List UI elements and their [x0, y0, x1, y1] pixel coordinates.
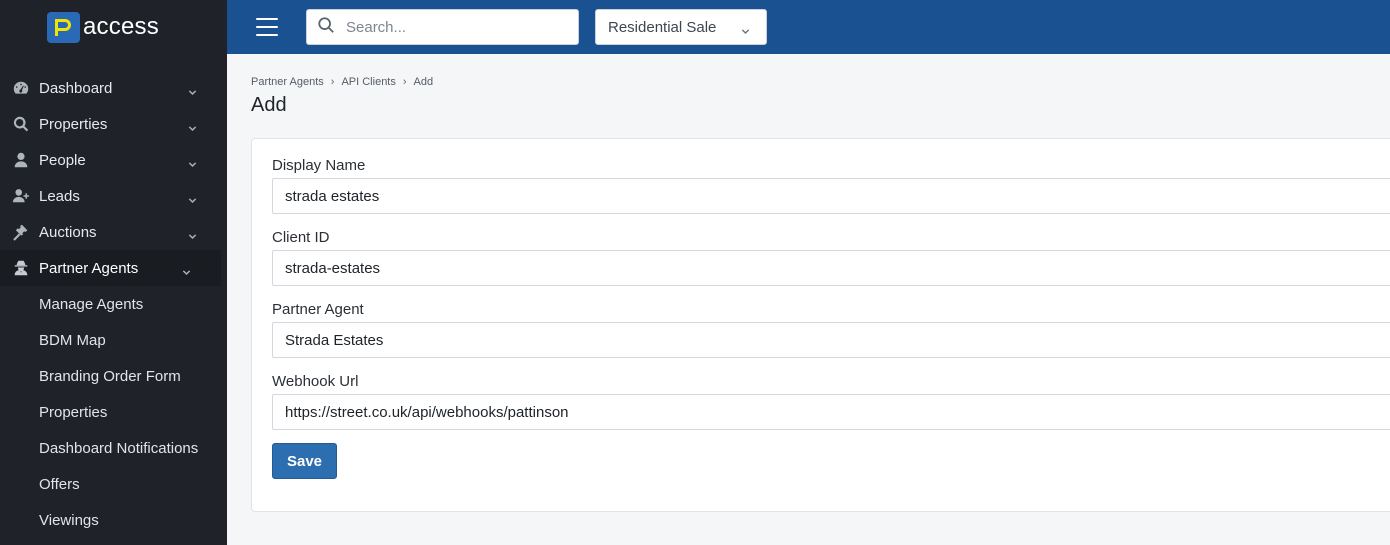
page-title: Add [251, 94, 287, 116]
sidebar: access Dashboard Properties People Leads… [0, 0, 227, 545]
main-content: Partner Agents › API Clients › Add Add D… [227, 54, 1390, 545]
chevron-down-icon [188, 84, 197, 95]
topbar: Residential Sale [227, 0, 1390, 54]
sidebar-item-label: Properties [39, 115, 108, 133]
sidebar-item-label: Dashboard [39, 79, 113, 97]
sidebar-subitem-properties[interactable]: Properties [0, 394, 227, 430]
chevron-down-icon [188, 156, 197, 167]
sidebar-subitem-bdm-map[interactable]: BDM Map [0, 322, 227, 358]
sale-type-select[interactable]: Residential Sale [595, 9, 767, 45]
sidebar-item-label: Auctions [39, 223, 97, 241]
logo-icon [47, 11, 80, 43]
user-secret-icon [11, 259, 31, 277]
client-id-label: Client ID [272, 229, 330, 246]
chevron-down-icon [741, 23, 750, 34]
menu-toggle-icon[interactable] [256, 18, 278, 36]
webhook-url-group: Webhook Url [272, 373, 1390, 430]
brand[interactable]: access [0, 0, 227, 54]
webhook-url-field[interactable] [272, 394, 1390, 430]
webhook-url-label: Webhook Url [272, 373, 359, 390]
client-id-group: Client ID [272, 229, 1390, 286]
partner-agent-field[interactable] [272, 322, 1390, 358]
sidebar-nav: Dashboard Properties People Leads Auctio… [0, 70, 227, 538]
partner-agent-group: Partner Agent [272, 301, 1390, 358]
sidebar-item-label: Partner Agents [39, 259, 139, 277]
partner-agent-label: Partner Agent [272, 301, 364, 318]
breadcrumb-current: Add [413, 76, 434, 88]
breadcrumb-api-clients[interactable]: API Clients [341, 76, 395, 88]
chevron-down-icon [188, 228, 197, 239]
breadcrumb-separator: › [402, 76, 407, 88]
breadcrumb-separator: › [330, 76, 335, 88]
breadcrumb-partner-agents[interactable]: Partner Agents [251, 76, 324, 88]
sidebar-subitem-viewings[interactable]: Viewings [0, 502, 227, 538]
sidebar-subitem-manage-agents[interactable]: Manage Agents [0, 286, 227, 322]
sidebar-item-label: Leads [39, 187, 80, 205]
form-card: Display Name Client ID Partner Agent Web… [251, 138, 1390, 512]
client-id-field[interactable] [272, 250, 1390, 286]
sidebar-item-partner-agents[interactable]: Partner Agents [0, 250, 221, 286]
tachometer-icon [11, 79, 31, 97]
sidebar-item-dashboard[interactable]: Dashboard [0, 70, 227, 106]
brand-name: access [83, 13, 159, 40]
sale-type-selected: Residential Sale [608, 18, 717, 36]
sidebar-item-auctions[interactable]: Auctions [0, 214, 227, 250]
search-icon [317, 16, 335, 39]
sidebar-item-properties[interactable]: Properties [0, 106, 227, 142]
user-plus-icon [11, 187, 31, 205]
sidebar-subitem-branding-order-form[interactable]: Branding Order Form [0, 358, 227, 394]
gavel-icon [11, 223, 31, 241]
display-name-group: Display Name [272, 157, 1390, 214]
search-input[interactable] [346, 18, 566, 36]
user-icon [11, 151, 31, 169]
save-button[interactable]: Save [272, 443, 337, 479]
sidebar-subitem-dashboard-notifications[interactable]: Dashboard Notifications [0, 430, 227, 466]
display-name-label: Display Name [272, 157, 366, 174]
sidebar-item-people[interactable]: People [0, 142, 227, 178]
sidebar-subitem-offers[interactable]: Offers [0, 466, 227, 502]
breadcrumb: Partner Agents › API Clients › Add [251, 76, 433, 88]
sidebar-item-label: People [39, 151, 86, 169]
chevron-down-icon [188, 192, 197, 203]
search-icon [11, 115, 31, 133]
sidebar-item-leads[interactable]: Leads [0, 178, 227, 214]
display-name-field[interactable] [272, 178, 1390, 214]
search-box[interactable] [306, 9, 579, 45]
chevron-down-icon [188, 120, 197, 131]
chevron-down-icon [182, 264, 191, 275]
